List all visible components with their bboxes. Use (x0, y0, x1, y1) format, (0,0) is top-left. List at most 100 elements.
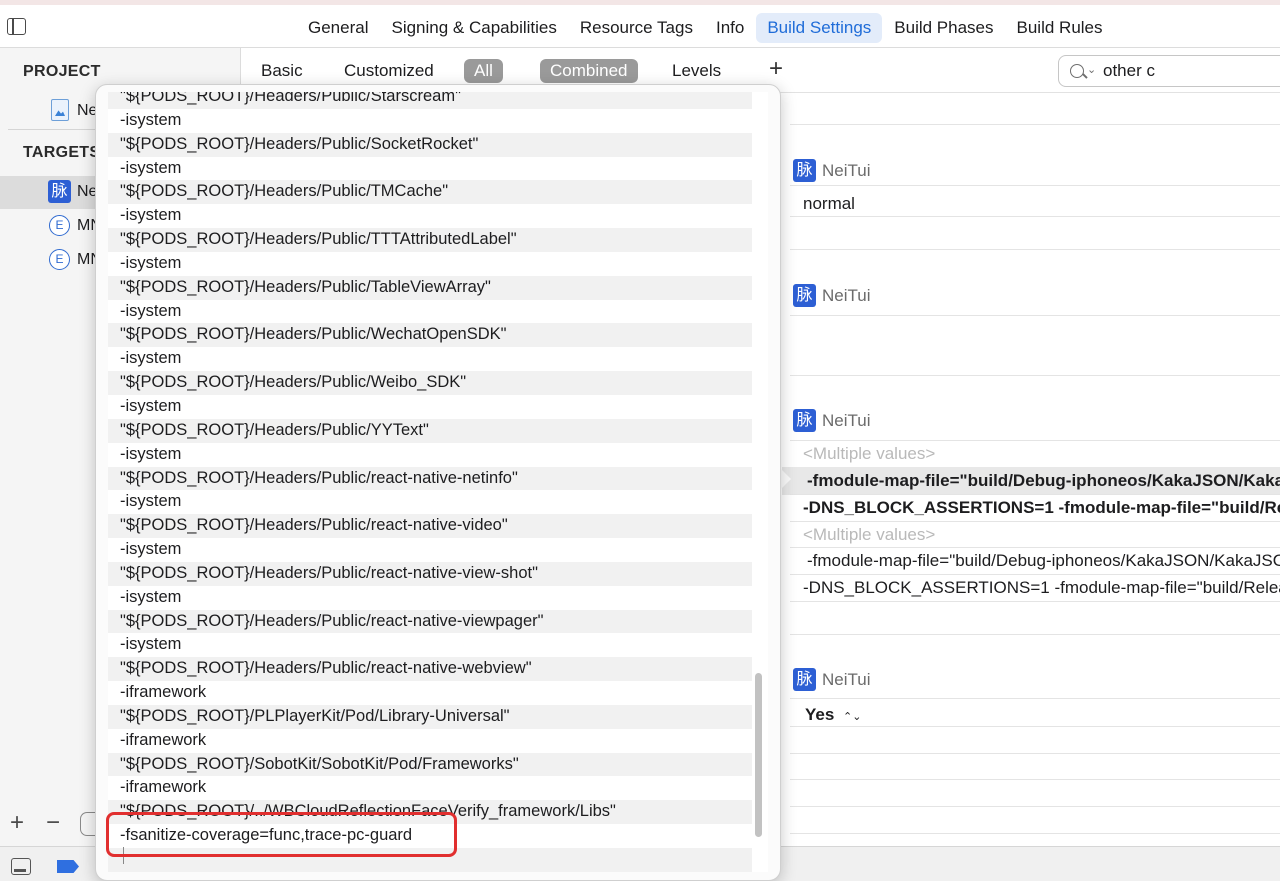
flag-line[interactable]: "${PODS_ROOT}/Headers/Public/Weibo_SDK" (108, 371, 752, 395)
project-file-icon (51, 99, 69, 121)
app-target-icon: 脉 (793, 409, 816, 432)
flag-line[interactable]: "${PODS_ROOT}/PLPlayerKit/Pod/Library-Un… (108, 704, 752, 729)
flag-line[interactable]: "${PODS_ROOT}/Headers/Public/react-nativ… (108, 561, 752, 586)
targets-header: TARGETS (23, 144, 101, 161)
flag-line[interactable]: -isystem (108, 586, 752, 610)
yes-popup-button[interactable]: Yes ⌃⌄ (805, 705, 861, 725)
tab-build-settings[interactable]: Build Settings (756, 13, 883, 43)
flag-line[interactable]: -isystem (108, 204, 752, 228)
flag-line[interactable]: "${PODS_ROOT}/Headers/Public/Starscream" (108, 92, 752, 109)
search-input[interactable]: other c (1103, 61, 1155, 81)
row-divider (790, 124, 1280, 125)
tab-build-rules[interactable]: Build Rules (1006, 13, 1114, 43)
row-divider (790, 547, 1280, 548)
row-divider (790, 634, 1280, 635)
popup-value: Yes (805, 705, 835, 724)
breakpoint-icon[interactable] (57, 860, 79, 873)
multiple-values-label: <Multiple values> (803, 525, 936, 544)
tab-resource-tags[interactable]: Resource Tags (569, 13, 704, 43)
value-editor-popover: "${PODS_ROOT}/Headers/Public/Starscream"… (95, 84, 781, 881)
row-divider (790, 601, 1280, 602)
view-levels-button[interactable]: Levels (672, 59, 721, 83)
tab-list: General Signing & Capabilities Resource … (297, 13, 1115, 43)
editor-tab-bar: General Signing & Capabilities Resource … (0, 5, 1280, 48)
add-target-button[interactable]: + (6, 811, 28, 835)
column-header-label: NeiTui (822, 161, 871, 180)
multiple-values-label: <Multiple values> (803, 444, 936, 463)
column-header-label: NeiTui (822, 670, 871, 689)
debug-area-toggle-icon[interactable] (11, 858, 31, 875)
flag-line[interactable]: -isystem (108, 633, 752, 657)
flag-line[interactable]: -iframework (108, 729, 752, 753)
row-divider (790, 494, 1280, 495)
flag-line[interactable]: "${PODS_ROOT}/Headers/Public/TMCache" (108, 180, 752, 205)
row-divider (790, 726, 1280, 727)
flags-lines: "${PODS_ROOT}/Headers/Public/Starscream"… (108, 92, 752, 872)
remove-target-button[interactable]: − (42, 811, 64, 835)
tab-info[interactable]: Info (705, 13, 755, 43)
search-icon (1070, 64, 1084, 78)
flag-line[interactable]: -isystem (108, 252, 752, 276)
row-divider (790, 698, 1280, 699)
row-divider (790, 833, 1280, 834)
setting-value[interactable]: -fmodule-map-file="build/Debug-iphoneos/… (807, 551, 1280, 571)
flag-line[interactable]: "${PODS_ROOT}/Headers/Public/YYText" (108, 418, 752, 443)
flag-line[interactable]: "${PODS_ROOT}/Headers/Public/react-nativ… (108, 466, 752, 491)
filter-customized-button[interactable]: Customized (344, 59, 434, 83)
flag-line[interactable]: "${PODS_ROOT}/Headers/Public/react-nativ… (108, 609, 752, 634)
flag-line[interactable]: -isystem (108, 109, 752, 133)
flag-line[interactable]: -isystem (108, 347, 752, 371)
flag-line[interactable]: -iframework (108, 776, 752, 800)
app-target-icon: 脉 (793, 284, 816, 307)
xcode-window: General Signing & Capabilities Resource … (0, 0, 1280, 881)
row-divider (790, 753, 1280, 754)
flag-line[interactable]: "${PODS_ROOT}/Headers/Public/TTTAttribut… (108, 228, 752, 252)
row-divider (790, 216, 1280, 217)
filter-basic-button[interactable]: Basic (261, 59, 303, 83)
flag-line[interactable]: "${PODS_ROOT}/Headers/Public/react-nativ… (108, 514, 752, 539)
tab-general[interactable]: General (297, 13, 379, 43)
flag-line[interactable]: -isystem (108, 443, 752, 467)
flag-line[interactable]: "${PODS_ROOT}/SobotKit/SobotKit/Pod/Fram… (108, 752, 752, 777)
app-target-icon: 脉 (793, 668, 816, 691)
flags-text-editor[interactable]: "${PODS_ROOT}/Headers/Public/Starscream"… (108, 92, 768, 872)
chevron-down-icon: ⌄ (1087, 64, 1097, 76)
flag-line[interactable]: -isystem (108, 395, 752, 419)
row-divider (790, 779, 1280, 780)
flag-line[interactable]: "${PODS_ROOT}/Headers/Public/react-nativ… (108, 657, 752, 682)
chevron-up-down-icon: ⌃⌄ (843, 711, 862, 723)
setting-value[interactable]: -DNS_BLOCK_ASSERTIONS=1 -fmodule-map-fil… (803, 498, 1280, 518)
setting-value-selected[interactable]: -fmodule-map-file="build/Debug-iphoneos/… (807, 471, 1280, 491)
extension-target-icon: E (49, 249, 70, 270)
flag-line[interactable]: -isystem (108, 157, 752, 181)
popover-scrollbar[interactable] (755, 673, 762, 837)
flag-line[interactable]: -iframework (108, 681, 752, 705)
search-field[interactable]: ⌄ other c (1058, 55, 1280, 87)
extension-target-icon: E (49, 215, 70, 236)
project-header: PROJECT (23, 63, 101, 80)
app-target-icon: 脉 (793, 159, 816, 182)
flag-line[interactable]: "${PODS_ROOT}/Headers/Public/WechatOpenS… (108, 323, 752, 348)
add-setting-button[interactable]: + (769, 57, 783, 81)
row-divider (790, 806, 1280, 807)
column-header-label: NeiTui (822, 286, 871, 305)
row-divider (790, 375, 1280, 376)
sidebar-toggle-icon[interactable] (7, 18, 26, 35)
filter-all-button[interactable]: All (464, 59, 503, 83)
row-divider (790, 440, 1280, 441)
flag-line[interactable]: "${PODS_ROOT}/Headers/Public/TableViewAr… (108, 275, 752, 300)
flag-line[interactable]: -isystem (108, 538, 752, 562)
annotation-highlight-box (106, 812, 457, 857)
view-combined-button[interactable]: Combined (540, 59, 638, 83)
row-divider (790, 185, 1280, 186)
tab-signing-capabilities[interactable]: Signing & Capabilities (380, 13, 567, 43)
flag-line[interactable]: -isystem (108, 490, 752, 514)
app-target-icon: 脉 (48, 180, 71, 203)
setting-value[interactable]: -DNS_BLOCK_ASSERTIONS=1 -fmodule-map-fil… (803, 578, 1280, 598)
flag-line[interactable]: "${PODS_ROOT}/Headers/Public/SocketRocke… (108, 132, 752, 157)
row-divider (790, 249, 1280, 250)
tab-build-phases[interactable]: Build Phases (883, 13, 1004, 43)
row-divider (790, 574, 1280, 575)
setting-value[interactable]: normal (803, 194, 855, 214)
flag-line[interactable]: -isystem (108, 300, 752, 324)
